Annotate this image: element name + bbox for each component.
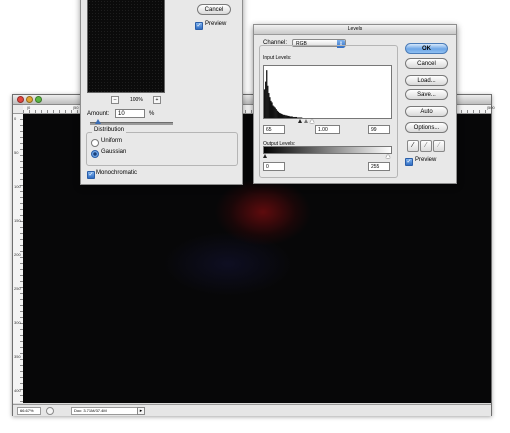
monochromatic-checkbox[interactable]: ✓ — [87, 171, 95, 179]
close-window-button[interactable] — [17, 96, 24, 103]
levels-dialog: Levels Channel: RGB ⇕ Input Levels: 65 1… — [253, 24, 457, 184]
output-black-field[interactable]: 0 — [263, 162, 285, 171]
ruler-tick-label: 400 — [14, 388, 21, 393]
input-gamma-field[interactable]: 1.00 — [315, 125, 340, 134]
ruler-tick-label: 100 — [14, 184, 21, 189]
ruler-tick-label: |0 — [27, 105, 31, 110]
output-gradient — [263, 146, 392, 154]
ruler-tick-label: 300 — [14, 320, 21, 325]
amount-field[interactable]: 10 — [115, 109, 145, 118]
output-white-field[interactable]: 255 — [368, 162, 390, 171]
histogram-graph — [264, 70, 303, 118]
zoom-in-button[interactable]: + — [153, 96, 161, 104]
levels-title: Levels — [347, 26, 363, 32]
levels-preview-checkbox[interactable]: ✓ — [405, 158, 413, 166]
input-black-slider[interactable] — [298, 119, 302, 123]
document-size-info: Doc: 3.71M/37.4M — [71, 407, 139, 415]
distribution-label: Distribution — [92, 127, 127, 133]
amount-label: Amount: — [87, 111, 110, 117]
gray-eyedropper-icon[interactable]: ⁄ — [420, 140, 432, 152]
ruler-tick-label: 150 — [14, 218, 21, 223]
histogram — [263, 65, 392, 119]
zoom-window-button[interactable] — [35, 96, 42, 103]
status-arrow-icon[interactable]: ▸ — [137, 407, 145, 415]
ruler-tick-label: |500 — [487, 105, 495, 110]
amount-unit: % — [149, 111, 155, 117]
monochromatic-label: Monochromatic — [96, 170, 138, 176]
filter-preview-area[interactable] — [87, 0, 165, 93]
gaussian-radio[interactable] — [91, 150, 99, 158]
ruler-tick-label: 50 — [14, 150, 19, 155]
levels-load-button[interactable]: Load... — [405, 75, 448, 86]
levels-save-button[interactable]: Save... — [405, 89, 448, 100]
ruler-tick-label: 350 — [14, 354, 21, 359]
minimize-window-button[interactable] — [26, 96, 33, 103]
status-menu-icon[interactable] — [46, 407, 54, 415]
uniform-radio[interactable] — [91, 139, 99, 147]
levels-ok-button[interactable]: OK — [405, 43, 448, 54]
levels-options-button[interactable]: Options... — [405, 122, 448, 133]
input-white-field[interactable]: 99 — [368, 125, 390, 134]
add-noise-dialog: Cancel ✓ Preview – 100% + Amount: 10 % D… — [80, 0, 243, 185]
status-bar: 66.67% Doc: 3.71M/37.4M ▸ — [13, 404, 491, 416]
ruler-tick-label: |50 — [73, 105, 79, 110]
noise-cancel-button[interactable]: Cancel — [197, 4, 231, 15]
noise-preview-label: Preview — [205, 21, 227, 27]
input-gamma-slider[interactable] — [304, 119, 308, 123]
output-white-slider[interactable] — [386, 154, 390, 158]
uniform-label: Uniform — [101, 138, 123, 144]
output-black-slider[interactable] — [263, 154, 267, 158]
preview-zoom-value: 100% — [130, 97, 143, 103]
levels-title-bar[interactable]: Levels — [254, 25, 456, 35]
levels-auto-button[interactable]: Auto — [405, 106, 448, 117]
zoom-out-button[interactable]: – — [111, 96, 119, 104]
gaussian-label: Gaussian — [101, 149, 127, 155]
ruler-tick-label: 0 — [14, 116, 17, 121]
noise-preview-checkbox[interactable]: ✓ — [195, 22, 203, 30]
amount-slider-track[interactable] — [90, 122, 173, 125]
input-black-field[interactable]: 65 — [263, 125, 285, 134]
ruler-tick-label: 200 — [14, 252, 21, 257]
ruler-tick-label: 250 — [14, 286, 21, 291]
zoom-level-field[interactable]: 66.67% — [17, 407, 41, 415]
input-levels-label: Input Levels: — [263, 55, 292, 61]
black-eyedropper-icon[interactable]: ⁄ — [407, 140, 419, 152]
amount-slider-thumb[interactable] — [95, 119, 102, 124]
levels-cancel-button[interactable]: Cancel — [405, 58, 448, 69]
input-white-slider[interactable] — [310, 119, 314, 123]
histogram-bar — [301, 117, 303, 118]
levels-preview-label: Preview — [415, 157, 437, 163]
white-eyedropper-icon[interactable]: ⁄ — [433, 140, 445, 152]
